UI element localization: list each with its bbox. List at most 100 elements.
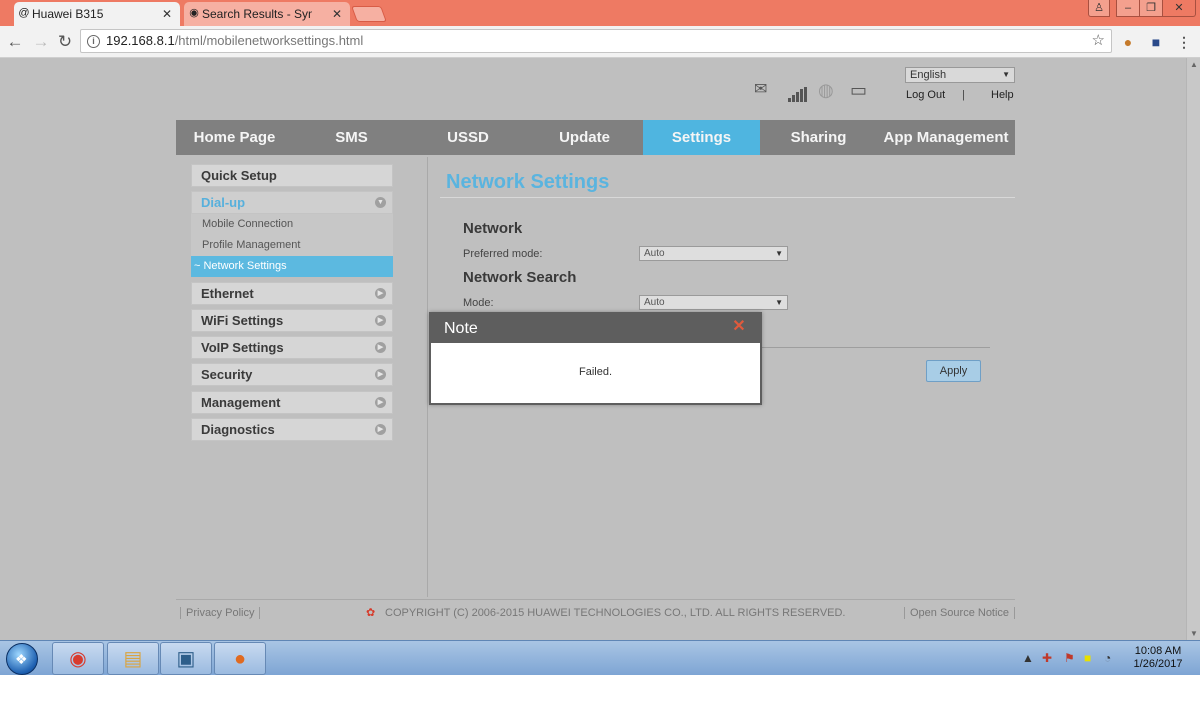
browser-toolbar: ← → ↻ i 192.168.8.1/html/mobilenetworkse… xyxy=(0,26,1200,58)
close-icon[interactable]: ✕ xyxy=(332,2,342,26)
sidebar-label: Ethernet xyxy=(201,286,254,301)
tray-network-icon[interactable]: ◔ xyxy=(1104,651,1111,665)
browser-tab-search[interactable]: ◉ Search Results - Symbian ✕ xyxy=(184,2,350,26)
sidebar-item-network-settings[interactable]: ~ Network Settings xyxy=(191,256,393,277)
sidebar-dialup-label: Dial-up xyxy=(201,195,246,210)
menu-dots-icon[interactable]: ⋮ xyxy=(1176,34,1192,50)
user-icon[interactable]: ♙ xyxy=(1088,0,1110,17)
sidebar-voip-settings[interactable]: VoIP Settings ▶ xyxy=(191,336,393,359)
title-divider xyxy=(440,197,1015,198)
vertical-scrollbar[interactable]: ▲ ▼ xyxy=(1186,58,1200,640)
language-select[interactable]: English ▼ xyxy=(905,67,1015,83)
mode-label: Mode: xyxy=(463,297,494,309)
taskbar-chrome[interactable]: ◉ xyxy=(52,642,104,675)
sidebar-dialup[interactable]: Dial-up ▼ xyxy=(191,191,393,214)
clock-date: 1/26/2017 xyxy=(1133,658,1183,670)
header-separator: | xyxy=(962,89,965,101)
nav-sharing[interactable]: Sharing xyxy=(760,120,877,155)
sidebar-label: Management xyxy=(201,395,281,410)
sidebar-diagnostics[interactable]: Diagnostics ▶ xyxy=(191,418,393,441)
tray-expand-icon[interactable]: ▲ xyxy=(1022,651,1034,665)
sidebar-management[interactable]: Management ▶ xyxy=(191,391,393,414)
sidebar-label: WiFi Settings xyxy=(201,313,284,328)
nav-home-page[interactable]: Home Page xyxy=(176,120,293,155)
apply-button[interactable]: Apply xyxy=(926,360,981,382)
page-title: Network Settings xyxy=(446,171,610,193)
scroll-up-icon[interactable]: ▲ xyxy=(1190,60,1198,69)
caret-down-icon: ▼ xyxy=(775,249,783,258)
sidebar-quick-setup[interactable]: Quick Setup xyxy=(191,164,393,187)
start-button[interactable]: ❖ xyxy=(6,643,38,675)
preferred-mode-label: Preferred mode: xyxy=(463,248,543,260)
nav-app-management[interactable]: App Management xyxy=(877,120,1015,155)
caret-down-icon: ▼ xyxy=(775,298,783,307)
back-arrow-icon[interactable]: ← xyxy=(4,31,26,53)
sidebar-item-profile-management[interactable]: Profile Management xyxy=(191,235,393,256)
address-bar[interactable]: i 192.168.8.1/html/mobilenetworksettings… xyxy=(80,29,1112,53)
help-link[interactable]: Help xyxy=(991,89,1014,101)
nav-ussd[interactable]: USSD xyxy=(410,120,526,155)
reload-icon[interactable]: ↻ xyxy=(54,31,76,53)
page-viewport: ✉ ◍ ▭ English ▼ Log Out | Help Home Page… xyxy=(0,58,1200,640)
network-search-heading: Network Search xyxy=(463,269,577,286)
dialog-message: Failed. xyxy=(578,366,613,378)
taskbar-app[interactable]: ▣ xyxy=(160,642,212,675)
dialog-title: Note xyxy=(444,320,478,337)
sidebar-wifi-settings[interactable]: WiFi Settings ▶ xyxy=(191,309,393,332)
search-mode-value: Auto xyxy=(644,297,665,308)
info-icon[interactable]: i xyxy=(87,35,100,48)
footer-divider xyxy=(176,599,1015,600)
browser-tab-huawei[interactable]: @ Huawei B315 ✕ xyxy=(14,2,180,26)
chrome-icon: ◉ xyxy=(69,648,87,670)
sidebar-item-mobile-connection[interactable]: Mobile Connection xyxy=(191,214,393,235)
url-host: 192.168.8.1 xyxy=(106,33,175,48)
nav-update[interactable]: Update xyxy=(526,120,643,155)
chevron-right-icon: ▶ xyxy=(375,397,386,408)
chevron-right-icon: ▶ xyxy=(375,315,386,326)
sidebar-security[interactable]: Security ▶ xyxy=(191,363,393,386)
tab-title: Search Results - Symbian xyxy=(202,7,312,21)
minimize-icon[interactable]: – xyxy=(1116,0,1140,17)
tray-app-icon[interactable]: ✚ xyxy=(1042,651,1052,665)
search-mode-select[interactable]: Auto ▼ xyxy=(639,295,788,310)
taskbar-explorer[interactable]: ▤ xyxy=(107,642,159,675)
close-icon[interactable]: ✕ xyxy=(732,319,746,335)
chevron-down-icon: ▼ xyxy=(375,197,386,208)
open-source-notice-link[interactable]: Open Source Notice xyxy=(904,607,1016,619)
search-results-icon: ◉ xyxy=(189,7,199,19)
main-navigation: Home Page SMS USSD Update Settings Shari… xyxy=(176,120,1015,155)
signal-strength-icon xyxy=(788,82,808,102)
folder-icon: ▤ xyxy=(123,648,143,670)
tab-title: Huawei B315 xyxy=(32,7,104,21)
restore-icon[interactable]: ❐ xyxy=(1139,0,1163,17)
tray-flag-icon[interactable]: ⚑ xyxy=(1064,651,1075,665)
bookmark-star-icon[interactable]: ☆ xyxy=(1092,30,1105,52)
cookie-extension-icon[interactable]: ● xyxy=(1120,34,1136,50)
sidebar-ethernet[interactable]: Ethernet ▶ xyxy=(191,282,393,305)
huawei-logo-icon: ✿ xyxy=(366,607,376,619)
language-value: English xyxy=(910,69,947,81)
scroll-down-icon[interactable]: ▼ xyxy=(1190,629,1198,638)
new-tab-button[interactable] xyxy=(351,6,387,22)
close-icon[interactable]: ✕ xyxy=(162,2,172,26)
nav-settings[interactable]: Settings xyxy=(643,120,760,155)
preferred-mode-select[interactable]: Auto ▼ xyxy=(639,246,788,261)
taskbar-firefox[interactable]: ● xyxy=(214,642,266,675)
taskbar: ❖ ◉ ▤ ▣ ● ▲ ✚ ⚑ ■ ◔ 10:08 AM 1/26/2017 xyxy=(0,640,1200,675)
privacy-policy-link[interactable]: Privacy Policy xyxy=(180,607,261,619)
extension-icon[interactable]: ■ xyxy=(1148,34,1164,50)
chevron-right-icon: ▶ xyxy=(375,342,386,353)
window-close-icon[interactable]: ✕ xyxy=(1162,0,1196,17)
sidebar-label: VoIP Settings xyxy=(201,340,284,355)
clock-time: 10:08 AM xyxy=(1134,645,1182,657)
sidebar-label: Security xyxy=(201,367,253,382)
sidebar-label: Diagnostics xyxy=(201,422,275,437)
note-dialog: Note ✕ Failed. xyxy=(429,312,762,405)
tray-monitor-icon[interactable]: ■ xyxy=(1084,651,1091,665)
logout-link[interactable]: Log Out xyxy=(906,89,945,101)
mail-icon[interactable]: ✉ xyxy=(754,80,767,100)
forward-arrow-icon[interactable]: → xyxy=(30,31,52,53)
taskbar-clock[interactable]: 10:08 AM 1/26/2017 xyxy=(1128,645,1188,671)
nav-sms[interactable]: SMS xyxy=(293,120,410,155)
chevron-right-icon: ▶ xyxy=(375,424,386,435)
